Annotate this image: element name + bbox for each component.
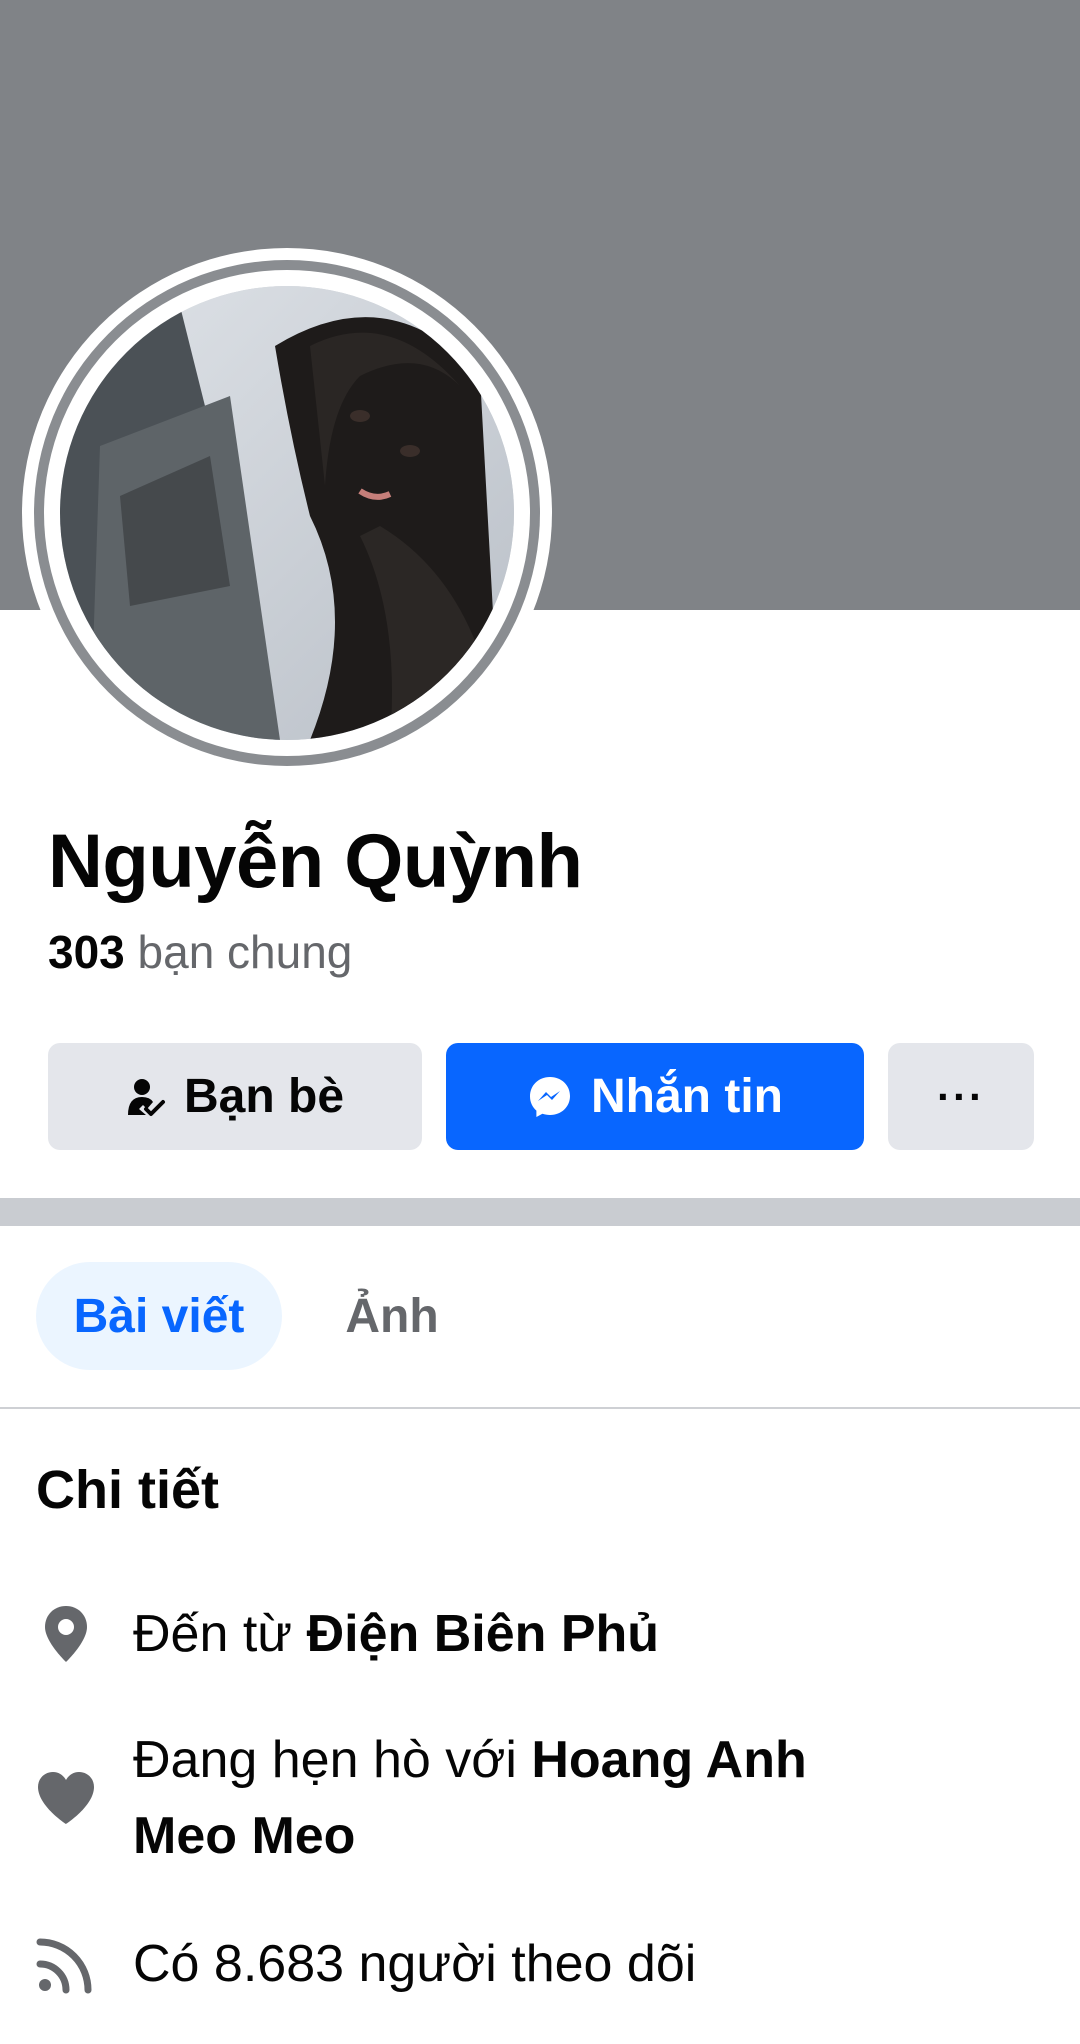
more-options-button[interactable]: ··· bbox=[888, 1043, 1034, 1150]
tab-posts[interactable]: Bài viết bbox=[36, 1262, 282, 1370]
profile-name: Nguyễn Quỳnh bbox=[48, 819, 583, 904]
profile-tabs: Bài viết Ảnh bbox=[36, 1262, 1036, 1370]
profile-picture[interactable] bbox=[22, 248, 552, 778]
hometown-prefix: Đến từ bbox=[133, 1605, 293, 1663]
messenger-icon bbox=[527, 1074, 573, 1120]
hometown-value[interactable]: Điện Biên Phủ bbox=[307, 1605, 659, 1663]
friends-button-label: Bạn bè bbox=[183, 1070, 345, 1123]
details-heading: Chi tiết bbox=[36, 1460, 219, 1520]
profile-actions: Bạn bè Nhắn tin ··· bbox=[48, 1043, 1034, 1150]
section-divider bbox=[0, 1198, 1080, 1226]
rss-feed-icon bbox=[36, 1936, 94, 1999]
person-check-icon bbox=[126, 1077, 166, 1117]
relationship-prefix: Đang hẹn hò với bbox=[133, 1731, 517, 1789]
friends-button[interactable]: Bạn bè bbox=[48, 1043, 422, 1150]
message-button-label: Nhắn tin bbox=[591, 1070, 783, 1123]
profile-photo-image bbox=[60, 286, 514, 740]
mutual-friends-label: bạn chung bbox=[137, 926, 353, 978]
heart-icon bbox=[36, 1770, 96, 1831]
mutual-friends-count: 303 bbox=[48, 926, 125, 978]
tab-photos[interactable]: Ảnh bbox=[304, 1262, 480, 1370]
message-button[interactable]: Nhắn tin bbox=[446, 1043, 864, 1150]
location-pin-icon bbox=[36, 1604, 96, 1669]
followers-text[interactable]: Có 8.683 người theo dõi bbox=[133, 1926, 1033, 2002]
mutual-friends[interactable]: 303 bạn chung bbox=[48, 924, 352, 980]
tabs-divider bbox=[0, 1407, 1080, 1409]
